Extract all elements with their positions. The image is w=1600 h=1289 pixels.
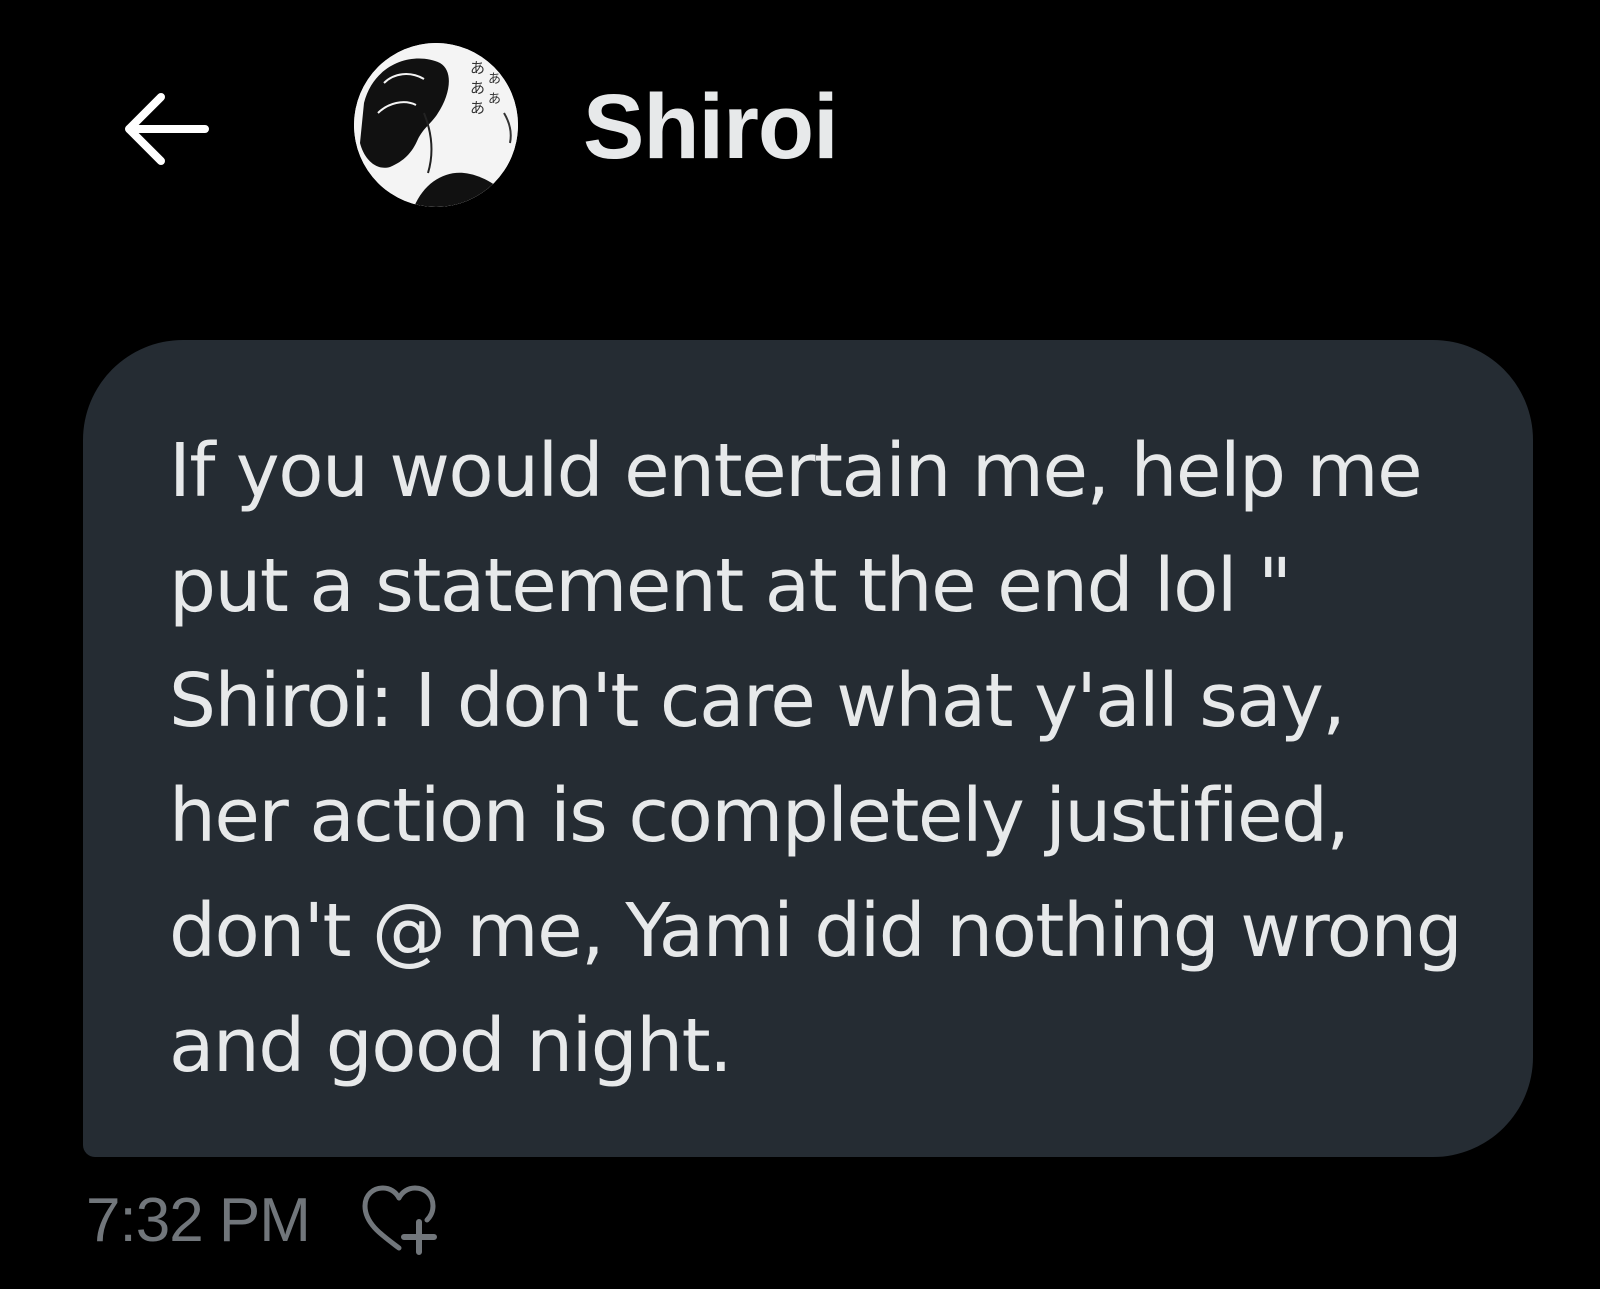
message-text: If you would entertain me, help me put a… [169, 428, 1463, 1089]
contact-name[interactable]: Shiroi [583, 72, 839, 182]
avatar-kana-2: あ [470, 79, 485, 97]
avatar[interactable]: あ あ あ あ あ [354, 43, 518, 207]
heart-plus-icon [362, 1185, 437, 1255]
message-bubble[interactable]: If you would entertain me, help me put a… [83, 340, 1533, 1157]
avatar-kana-4: あ [488, 72, 501, 87]
message-timestamp: 7:32 PM [86, 1185, 311, 1255]
back-button[interactable] [110, 74, 220, 184]
conversation-header: あ あ あ あ あ Shiroi [0, 0, 1600, 260]
avatar-kana-5: あ [488, 92, 501, 107]
avatar-image: あ あ あ あ あ [354, 43, 518, 207]
react-button[interactable] [356, 1180, 442, 1260]
dm-conversation-screen: あ あ あ あ あ Shiroi If you would entertain … [0, 0, 1600, 1289]
message-meta: 7:32 PM [86, 1180, 442, 1260]
arrow-left-icon [125, 93, 209, 165]
avatar-kana-1: あ [470, 59, 485, 77]
avatar-kana-3: あ [470, 99, 485, 117]
